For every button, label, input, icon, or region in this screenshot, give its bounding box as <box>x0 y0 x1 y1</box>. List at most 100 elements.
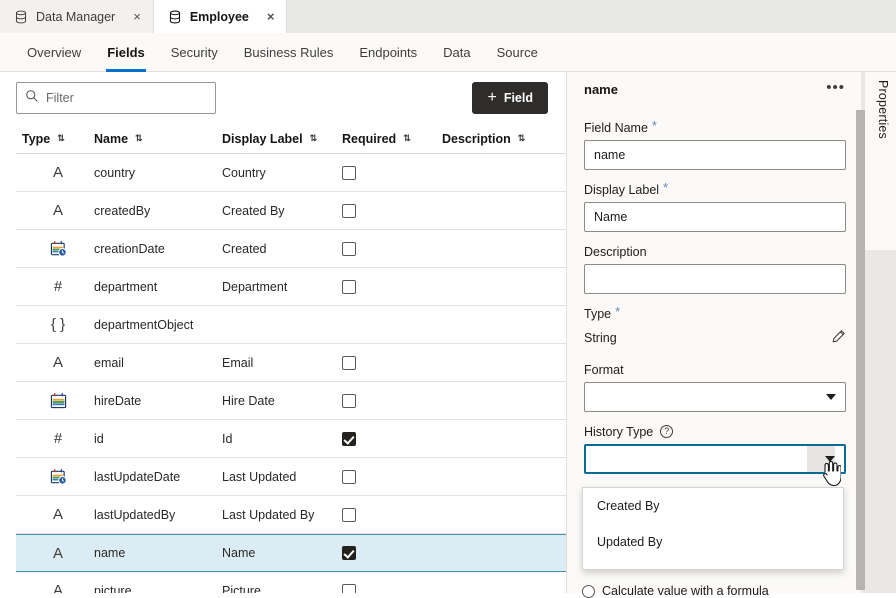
table-header-row: Type ⇅ Name ⇅ Display Label ⇅ Required ⇅… <box>16 124 566 154</box>
cell-required <box>342 546 442 560</box>
cell-display-label: Last Updated By <box>222 508 342 522</box>
chevron-down-icon[interactable] <box>826 394 836 400</box>
required-checkbox[interactable] <box>342 394 356 408</box>
cell-display-label: Country <box>222 166 342 180</box>
cell-type: # <box>16 430 94 447</box>
cell-type <box>16 468 94 485</box>
tab-overview[interactable]: Overview <box>14 33 94 72</box>
overflow-menu-icon[interactable]: ••• <box>826 80 845 99</box>
required-checkbox[interactable] <box>342 356 356 370</box>
dropdown-option-updated-by[interactable]: Updated By <box>583 524 843 560</box>
cell-name: creationDate <box>94 242 222 256</box>
required-checkbox[interactable] <box>342 470 356 484</box>
required-checkbox[interactable] <box>342 584 356 594</box>
column-header-type[interactable]: Type ⇅ <box>16 132 94 146</box>
fields-pane: + Field Type ⇅ Name ⇅ Display Label ⇅ Re… <box>0 72 566 593</box>
help-icon[interactable]: ? <box>660 425 673 438</box>
properties-scrollbar-thumb[interactable] <box>856 110 865 590</box>
sort-icon[interactable]: ⇅ <box>518 134 526 143</box>
tab-endpoints[interactable]: Endpoints <box>346 33 430 72</box>
date-type-icon <box>50 392 67 409</box>
label-text: Display Label <box>584 183 659 197</box>
filter-box[interactable] <box>16 82 216 114</box>
browser-tab-employee[interactable]: Employee × <box>154 0 288 33</box>
column-header-required[interactable]: Required ⇅ <box>342 132 442 146</box>
column-header-name[interactable]: Name ⇅ <box>94 132 222 146</box>
column-header-description[interactable]: Description ⇅ <box>442 132 552 146</box>
properties-header: name ••• <box>567 72 861 106</box>
table-row[interactable]: { }departmentObject <box>16 306 566 344</box>
table-row[interactable]: #idId <box>16 420 566 458</box>
required-marker: * <box>615 307 620 317</box>
cell-type: A <box>16 506 94 523</box>
history-type-caret-cell[interactable] <box>807 446 835 472</box>
browser-tab-strip: Data Manager × Employee × <box>0 0 896 33</box>
tab-data[interactable]: Data <box>430 33 483 72</box>
table-row[interactable]: #departmentDepartment <box>16 268 566 306</box>
dropdown-option-created-by[interactable]: Created By <box>583 488 843 524</box>
sort-icon[interactable]: ⇅ <box>135 134 143 143</box>
chevron-down-icon[interactable] <box>825 456 835 462</box>
format-select[interactable] <box>584 382 846 412</box>
sort-icon[interactable]: ⇅ <box>403 134 411 143</box>
required-checkbox[interactable] <box>342 432 356 446</box>
type-label: Type * <box>584 307 844 321</box>
table-row[interactable]: AemailEmail <box>16 344 566 382</box>
tab-fields[interactable]: Fields <box>94 33 158 72</box>
close-icon[interactable]: × <box>267 10 275 23</box>
tab-security[interactable]: Security <box>158 33 231 72</box>
required-checkbox[interactable] <box>342 242 356 256</box>
pencil-icon[interactable] <box>831 329 846 347</box>
properties-vertical-tab[interactable]: Properties <box>876 80 890 139</box>
required-checkbox[interactable] <box>342 204 356 218</box>
add-field-button[interactable]: + Field <box>472 82 548 114</box>
type-value: String <box>584 331 617 345</box>
radio-button[interactable] <box>582 585 595 598</box>
table-row[interactable]: AcreatedByCreated By <box>16 192 566 230</box>
cell-name: lastUpdateDate <box>94 470 222 484</box>
formula-radio-row[interactable]: Calculate value with a formula <box>582 584 769 598</box>
plus-icon: + <box>487 90 496 106</box>
type-value-row: String <box>584 326 846 350</box>
column-header-label: Description <box>442 132 511 146</box>
browser-tab-label: Employee <box>190 10 249 24</box>
required-checkbox[interactable] <box>342 166 356 180</box>
table-row[interactable]: creationDateCreated <box>16 230 566 268</box>
table-row[interactable]: ApicturePicture <box>16 572 566 593</box>
cell-type: A <box>16 354 94 371</box>
cell-required <box>342 508 442 522</box>
history-type-select[interactable] <box>584 444 846 474</box>
cell-type: { } <box>16 316 94 333</box>
column-header-label: Type <box>22 132 50 146</box>
close-icon[interactable]: × <box>133 10 141 23</box>
description-label: Description <box>584 245 844 259</box>
string-type-icon: A <box>48 202 68 219</box>
description-input[interactable] <box>584 264 846 294</box>
filter-input[interactable] <box>46 91 196 105</box>
history-type-dropdown[interactable]: Created By Updated By <box>582 487 844 570</box>
column-header-display-label[interactable]: Display Label ⇅ <box>222 132 342 146</box>
cell-name: email <box>94 356 222 370</box>
cell-required <box>342 242 442 256</box>
cell-name: picture <box>94 584 222 594</box>
browser-tab-data-manager[interactable]: Data Manager × <box>0 0 154 33</box>
sort-icon[interactable]: ⇅ <box>57 134 65 143</box>
tab-source[interactable]: Source <box>484 33 551 72</box>
display-label-input[interactable] <box>584 202 846 232</box>
table-row[interactable]: AcountryCountry <box>16 154 566 192</box>
table-row[interactable]: hireDateHire Date <box>16 382 566 420</box>
sort-icon[interactable]: ⇅ <box>310 134 318 143</box>
table-row[interactable]: AnameName <box>16 534 566 572</box>
field-name-label: Field Name * <box>584 121 844 135</box>
properties-tab-host: Properties <box>865 72 896 250</box>
required-checkbox[interactable] <box>342 508 356 522</box>
format-label: Format <box>584 363 844 377</box>
required-checkbox[interactable] <box>342 546 356 560</box>
properties-body: Field Name * Display Label * Description… <box>567 106 861 474</box>
cell-required <box>342 166 442 180</box>
tab-business-rules[interactable]: Business Rules <box>231 33 347 72</box>
table-row[interactable]: AlastUpdatedByLast Updated By <box>16 496 566 534</box>
table-row[interactable]: lastUpdateDateLast Updated <box>16 458 566 496</box>
field-name-input[interactable] <box>584 140 846 170</box>
required-checkbox[interactable] <box>342 280 356 294</box>
